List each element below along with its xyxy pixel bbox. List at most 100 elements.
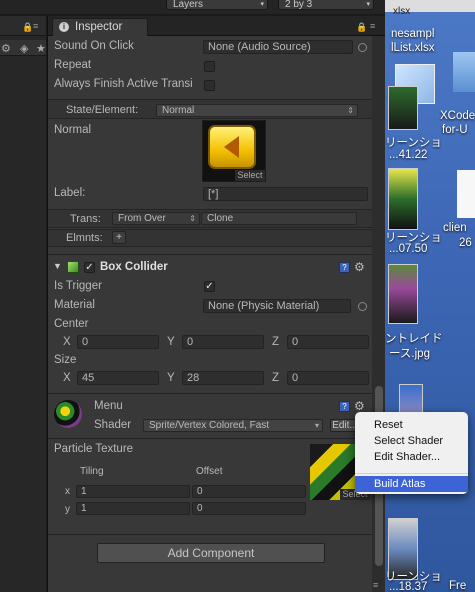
divider <box>48 254 372 255</box>
particle-texture-label: Particle Texture <box>54 443 134 455</box>
gear-icon[interactable]: ⚙ <box>354 260 365 274</box>
sound-on-click-field[interactable]: None (Audio Source) <box>203 40 353 54</box>
panel-menu-icon[interactable]: ≡ <box>33 21 38 31</box>
menu-item-select-shader[interactable]: Select Shader <box>355 433 468 449</box>
trans-from-dropdown[interactable]: From Over ⇕ <box>112 212 200 225</box>
box-collider-enabled-checkbox[interactable]: ✓ <box>84 262 95 273</box>
desktop-label[interactable]: ...41.22 <box>389 149 475 161</box>
add-component-button[interactable]: Add Component <box>97 543 325 563</box>
object-picker-icon[interactable] <box>358 302 367 311</box>
tiling-y-field[interactable]: 1 <box>76 502 190 515</box>
offset-y-field[interactable]: 0 <box>192 502 306 515</box>
menu-item-reset[interactable]: Reset <box>355 417 468 433</box>
elmnts-label: Elmnts: <box>66 232 103 244</box>
file-icon[interactable] <box>457 170 475 218</box>
screenshot-thumbnail[interactable] <box>388 168 418 230</box>
chevron-updown-icon: ⇕ <box>347 106 354 115</box>
shader-label: Shader <box>94 419 132 431</box>
inspector-panel: i Inspector 🔒 ≡ Sound On Click None (Aud… <box>47 16 386 592</box>
size-x-field[interactable]: 45 <box>77 371 159 385</box>
folder-icon[interactable] <box>453 52 475 92</box>
left-panel: 🔒 ≡ ⚙ ◈ ★ <box>0 16 46 592</box>
inspector-tabbar: i Inspector 🔒 ≡ <box>48 16 386 36</box>
desktop-background: xlsx nesampl lList.xlsx XCode for-U リーンシ… <box>385 0 475 592</box>
size-x-label: X <box>63 372 71 384</box>
left-panel-toolbar: ⚙ ◈ ★ <box>0 40 46 56</box>
normal-label: Normal <box>54 124 92 136</box>
panel-menu-icon[interactable]: ≡ <box>370 21 375 31</box>
center-label: Center <box>54 318 89 330</box>
size-y-label: Y <box>167 372 175 384</box>
box-collider-header[interactable]: ▼ ✓ Box Collider ? ⚙ <box>48 259 372 277</box>
menu-item-edit-shader[interactable]: Edit Shader... <box>355 449 468 465</box>
filter-icon[interactable]: ⚙ <box>1 42 11 55</box>
desktop-label[interactable]: XCode <box>440 110 475 122</box>
help-icon[interactable]: ? <box>339 401 350 412</box>
physic-material-field[interactable]: None (Physic Material) <box>203 299 351 313</box>
info-icon: i <box>59 22 69 32</box>
layers-dropdown-label: Layers <box>173 0 204 10</box>
add-element-button[interactable]: + <box>112 231 126 244</box>
center-z-field[interactable]: 0 <box>287 335 369 349</box>
lock-icon[interactable]: 🔒 <box>356 22 367 33</box>
inspector-scrollbar[interactable] <box>372 36 386 592</box>
normal-sprite-preview[interactable]: Select <box>202 120 266 182</box>
material-name: Menu <box>94 400 123 412</box>
star-icon[interactable]: ★ <box>36 42 46 55</box>
size-y-field[interactable]: 28 <box>182 371 264 385</box>
label-field[interactable]: [*] <box>203 187 368 201</box>
size-z-field[interactable]: 0 <box>287 371 369 385</box>
gear-icon[interactable]: ⚙ <box>354 399 365 413</box>
repeat-label: Repeat <box>54 59 92 71</box>
box-collider-title: Box Collider <box>100 261 168 273</box>
chevron-updown-icon: ⇕ <box>189 214 196 223</box>
tiling-label: Tiling <box>80 466 104 477</box>
clone-button[interactable]: Clone <box>201 212 357 225</box>
panel-menu-icon[interactable]: ≡ <box>373 580 378 590</box>
chevron-down-icon: ▾ <box>260 1 264 8</box>
always-finish-checkbox[interactable] <box>204 80 215 91</box>
lock-icon[interactable]: 🔒 <box>22 22 33 33</box>
state-element-label: State/Element: <box>66 104 139 116</box>
trans-label: Trans: <box>70 213 101 225</box>
foldout-arrow-icon[interactable]: ▼ <box>53 261 62 271</box>
shader-dropdown[interactable]: Sprite/Vertex Colored, Fast ▾ <box>143 419 323 432</box>
is-trigger-label: Is Trigger <box>54 280 102 292</box>
yellow-button-sprite <box>208 125 256 169</box>
divider <box>48 393 372 394</box>
screenshot-thumbnail[interactable] <box>388 86 418 130</box>
offset-x-field[interactable]: 0 <box>192 485 306 498</box>
tiling-x-field[interactable]: 1 <box>76 485 190 498</box>
arrow-left-icon <box>224 136 239 158</box>
state-element-dropdown[interactable]: Normal ⇕ <box>156 104 358 117</box>
tab-inspector[interactable]: i Inspector <box>52 18 148 36</box>
layout-dropdown[interactable]: 2 by 3 ▾ <box>278 0 374 10</box>
desktop-label[interactable]: Fre <box>449 580 475 592</box>
tag-icon[interactable]: ◈ <box>20 42 28 55</box>
layout-dropdown-label: 2 by 3 <box>285 0 313 10</box>
repeat-checkbox[interactable] <box>204 61 215 72</box>
desktop-label[interactable]: ース.jpg <box>389 345 475 361</box>
is-trigger-checkbox[interactable]: ✓ <box>204 281 215 292</box>
size-z-label: Z <box>272 372 280 384</box>
object-picker-icon[interactable] <box>358 43 367 52</box>
center-y-field[interactable]: 0 <box>182 335 264 349</box>
menu-item-build-atlas[interactable]: Build Atlas <box>355 476 468 492</box>
desktop-label[interactable]: nesampl <box>391 28 475 40</box>
help-icon[interactable]: ? <box>339 262 350 273</box>
tiling-x-axis-label: x <box>65 486 70 497</box>
desktop-label[interactable]: リーンショ <box>385 134 475 150</box>
desktop-label[interactable]: ...07.50 <box>389 243 475 255</box>
size-label: Size <box>54 354 77 366</box>
desktop-label[interactable]: xlsx <box>393 6 475 17</box>
sprite-select-button[interactable]: Select <box>235 170 265 181</box>
center-x-field[interactable]: 0 <box>77 335 159 349</box>
menu-separator <box>355 473 468 474</box>
tab-inspector-label: Inspector <box>75 21 123 33</box>
screenshot-thumbnail[interactable] <box>388 264 418 324</box>
desktop-label[interactable]: ントレイド <box>385 330 475 346</box>
chevron-down-icon: ▾ <box>314 421 319 430</box>
sound-on-click-label: Sound On Click <box>54 40 134 52</box>
center-x-label: X <box>63 336 71 348</box>
layers-dropdown[interactable]: Layers ▾ <box>166 0 268 10</box>
